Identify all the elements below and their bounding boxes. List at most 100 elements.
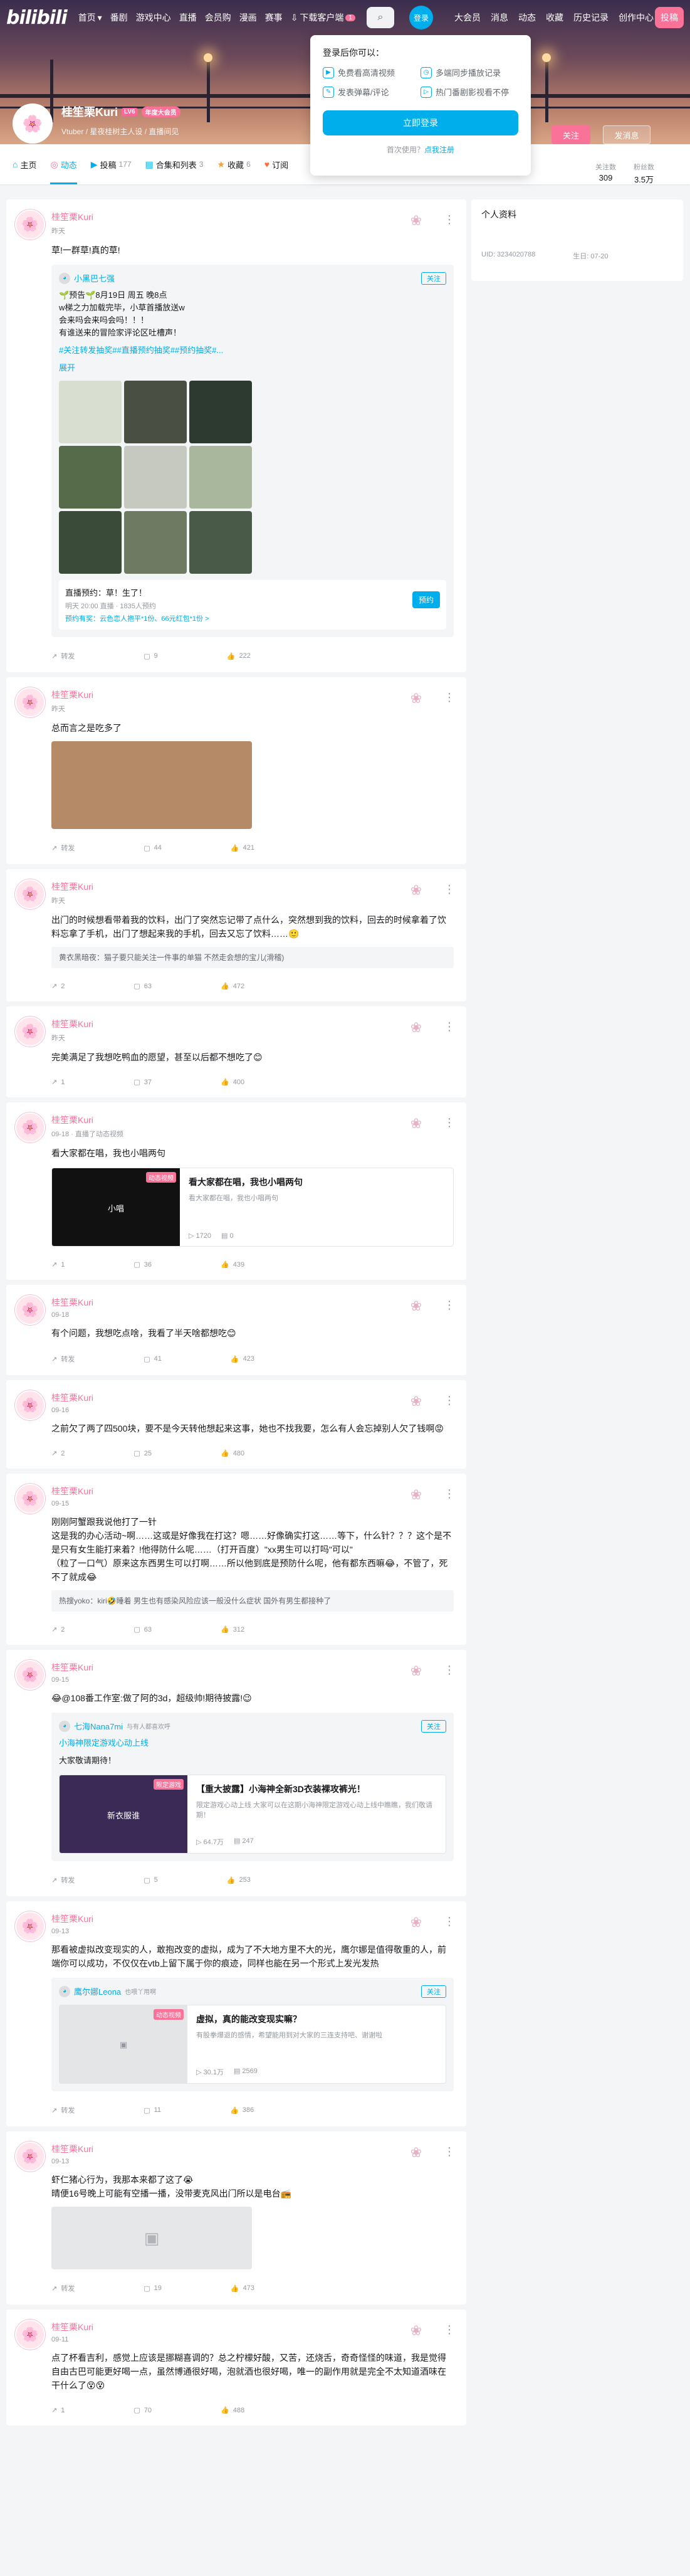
tab-subscriptions[interactable]: ♥ 订阅 [264, 144, 288, 184]
avatar[interactable]: 🌸 [15, 879, 45, 909]
more-icon[interactable]: ⋮ [444, 883, 455, 896]
image-thumbnail[interactable] [189, 446, 252, 509]
forward-button[interactable]: ↗ 2 [51, 1449, 65, 1458]
image-thumbnail[interactable] [59, 381, 122, 443]
tab-dynamics[interactable]: ◎ 动态 [50, 144, 77, 184]
author-name[interactable]: 桂笙栗Kuri [51, 1296, 454, 1309]
tab-home[interactable]: ⌂ 主页 [13, 144, 36, 184]
nav-game[interactable]: 游戏中心 [136, 11, 171, 24]
nav-home[interactable]: 首页 ▾ [78, 11, 102, 24]
follow-button[interactable]: 关注 [421, 272, 446, 285]
forward-button[interactable]: ↗ 转发 [51, 1875, 75, 1885]
nav-vip[interactable]: 大会员 [454, 11, 481, 24]
comment-button[interactable]: ▢ 70 [133, 2406, 152, 2415]
comment-button[interactable]: ▢ 11 [144, 2105, 161, 2115]
more-icon[interactable]: ⋮ [444, 1915, 455, 1928]
more-icon[interactable]: ⋮ [444, 1664, 455, 1677]
author-name[interactable]: 桂笙栗Kuri [51, 1661, 454, 1674]
more-icon[interactable]: ⋮ [444, 2145, 455, 2158]
comment-button[interactable]: ▢ 5 [144, 1875, 158, 1885]
like-button[interactable]: 👍 386 [230, 2105, 254, 2115]
nav-download[interactable]: ⇩ 下载客户端 1 [291, 11, 355, 24]
more-icon[interactable]: ⋮ [444, 1394, 455, 1407]
author-name[interactable]: 桂笙栗Kuri [51, 211, 454, 223]
like-button[interactable]: 👍 400 [221, 1078, 244, 1087]
forwarded-post[interactable]: ◕ 小黑巴七强 关注 🌱预告🌱8月19日 周五 晚8点 w梯之力加载完毕，小草首播… [51, 265, 454, 637]
like-button[interactable]: 👍 488 [221, 2406, 244, 2415]
more-icon[interactable]: ⋮ [444, 1116, 455, 1129]
forward-author[interactable]: 七海Nana7mi [74, 1720, 123, 1732]
following-count[interactable]: 关注数 309 [595, 162, 616, 185]
avatar[interactable]: 🌸 [15, 2320, 45, 2350]
login-button[interactable]: 立即登录 [323, 110, 518, 135]
like-button[interactable]: 👍 253 [227, 1875, 251, 1885]
image-thumbnail[interactable] [189, 381, 252, 443]
comment-button[interactable]: ▢ 63 [133, 1625, 152, 1634]
comment-button[interactable]: ▢ 19 [144, 2283, 162, 2293]
like-button[interactable]: 👍 312 [221, 1625, 244, 1634]
forwarded-post[interactable]: ◕ 鹰尔娜Leona 也喂丫用啊 关注 ▣ 动态视频 虚拟，真的能改变现实嘛？ 有股拳… [51, 1978, 454, 2091]
video-card[interactable]: 小唱 动态视频 看大家都在唱，我也小唱两句 看大家都在唱，我也小唱两句 ▷ 172… [51, 1168, 454, 1247]
avatar[interactable]: 🌸 [15, 1911, 45, 1941]
video-thumbnail[interactable]: 小唱 动态视频 [52, 1168, 180, 1246]
like-button[interactable]: 👍 473 [231, 2283, 254, 2293]
nav-favorites[interactable]: 收藏 [546, 11, 563, 24]
like-button[interactable]: 👍 222 [227, 651, 251, 661]
image-thumbnail[interactable] [59, 511, 122, 574]
author-name[interactable]: 桂笙栗Kuri [51, 1391, 454, 1404]
bilibili-logo[interactable]: bilibili [6, 7, 68, 29]
nav-manga[interactable]: 漫画 [239, 11, 257, 24]
forwarded-post[interactable]: ◕ 七海Nana7mi 与有人都喜欢呼 关注 小海神限定游戏心动上线 大家敬请期待！… [51, 1713, 454, 1861]
comment-button[interactable]: ▢ 36 [133, 1260, 152, 1269]
avatar[interactable]: 🌸 [15, 1484, 45, 1514]
comment-button[interactable]: ▢ 63 [133, 982, 152, 991]
avatar[interactable]: 🌸 [15, 687, 45, 717]
author-name[interactable]: 桂笙栗Kuri [51, 1018, 454, 1030]
more-icon[interactable]: ⋮ [444, 2323, 455, 2336]
hashtag-link[interactable]: #关注转发抽奖##直播预约抽奖##预约抽奖#... [59, 344, 446, 357]
top-reply[interactable]: 热搜yoko：kiri🤣睡着 男生也有感染风险应该一般没什么症状 国外有男生都接… [51, 1590, 454, 1612]
search-button[interactable]: ⌕ [366, 7, 394, 28]
image-thumbnail[interactable] [124, 381, 187, 443]
comment-button[interactable]: ▢ 44 [144, 843, 162, 853]
nav-esports[interactable]: 赛事 [265, 11, 283, 24]
top-reply[interactable]: 黄衣黑暗夜：猫子要只能关注一件事的单猫 不然走会想的宝儿(滑稽) [51, 947, 454, 968]
video-thumbnail[interactable]: ▣ 动态视频 [60, 2005, 187, 2083]
forward-button[interactable]: ↗ 1 [51, 1078, 65, 1087]
forward-button[interactable]: ↗ 转发 [51, 843, 75, 853]
follow-button[interactable]: 关注 [551, 125, 590, 144]
author-name[interactable]: 桂笙栗Kuri [51, 689, 454, 701]
comment-button[interactable]: ▢ 25 [133, 1449, 152, 1458]
forward-author[interactable]: 鹰尔娜Leona [74, 1985, 121, 1997]
forward-button[interactable]: ↗ 转发 [51, 1354, 75, 1364]
video-thumbnail[interactable]: 新衣服谁 限定游戏 [60, 1775, 187, 1853]
forward-author[interactable]: 小黑巴七强 [74, 272, 115, 284]
nav-dynamics[interactable]: 动态 [518, 11, 536, 24]
nav-mall[interactable]: 会员购 [205, 11, 231, 24]
author-name[interactable]: 桂笙栗Kuri [51, 1114, 454, 1126]
more-icon[interactable]: ⋮ [444, 1299, 455, 1312]
like-button[interactable]: 👍 421 [231, 843, 254, 853]
avatar[interactable]: 🌸 [15, 1016, 45, 1047]
video-card[interactable]: 新衣服谁 限定游戏 【重大披露】小海神全新3D衣装裸攻裤光！ 限定游戏心动上线 大… [59, 1775, 446, 1854]
forward-button[interactable]: ↗ 2 [51, 1625, 65, 1634]
upload-button[interactable]: 投稿 [655, 7, 684, 28]
image-thumbnail[interactable] [189, 511, 252, 574]
avatar[interactable]: 🌸 [15, 1390, 45, 1420]
like-button[interactable]: 👍 423 [231, 1354, 254, 1364]
video-card[interactable]: ▣ 动态视频 虚拟，真的能改变现实嘛？ 有股拳爆退的感情，希望能用到对大家的三连支… [59, 2005, 446, 2084]
nav-messages[interactable]: 消息 [491, 11, 508, 24]
message-button[interactable]: 发消息 [603, 125, 651, 144]
comment-button[interactable]: ▢ 41 [144, 1354, 162, 1364]
like-button[interactable]: 👍 439 [221, 1260, 244, 1269]
forward-button[interactable]: ↗ 转发 [51, 651, 75, 661]
game-link[interactable]: 小海神限定游戏心动上线 [59, 1737, 446, 1750]
image-thumbnail[interactable] [124, 511, 187, 574]
reserve-button[interactable]: 预约 [412, 591, 440, 608]
follow-button[interactable]: 关注 [421, 1985, 446, 1998]
register-link[interactable]: 点我注册 [424, 145, 454, 154]
expand-link[interactable]: 展开 [59, 362, 446, 374]
fans-count[interactable]: 粉丝数 3.5万 [634, 162, 654, 185]
forward-button[interactable]: ↗ 2 [51, 982, 65, 991]
like-button[interactable]: 👍 472 [221, 982, 244, 991]
